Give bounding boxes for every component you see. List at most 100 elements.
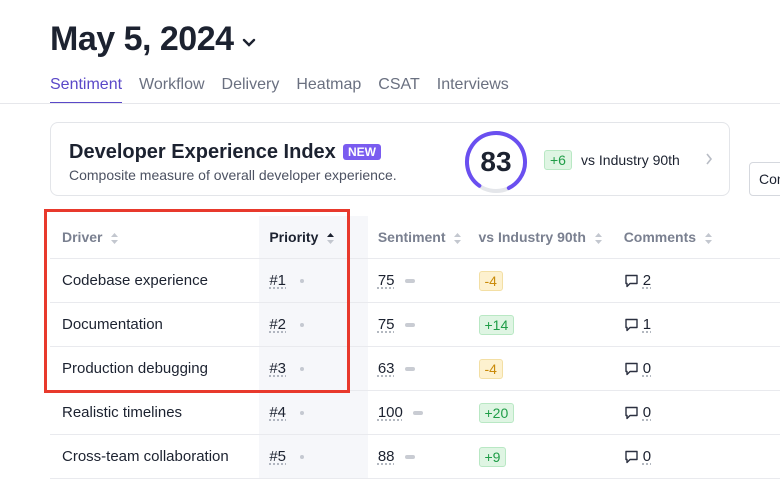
priority-rank: #5 bbox=[269, 448, 287, 465]
comments-cell[interactable]: 2 bbox=[623, 258, 732, 303]
table-row[interactable]: Codebase experience #1 75 -4 2 bbox=[50, 258, 780, 303]
comment-count: 0 bbox=[642, 448, 652, 465]
column-header-priority[interactable]: Priority bbox=[259, 216, 368, 259]
comment-icon bbox=[624, 274, 638, 288]
column-header-vs-industry[interactable]: vs Industry 90th bbox=[478, 216, 624, 259]
priority-dot bbox=[300, 367, 305, 372]
driver-cell: Codebase experience bbox=[50, 258, 260, 303]
tab-bar: Sentiment Workflow Delivery Heatmap CSAT… bbox=[50, 76, 526, 104]
priority-cell: #3 bbox=[259, 346, 368, 391]
priority-dot bbox=[300, 279, 305, 284]
date-selector[interactable]: May 5, 2024 bbox=[50, 20, 256, 59]
priority-cell: #1 bbox=[259, 258, 368, 303]
sentiment-value: 75 bbox=[377, 316, 395, 333]
comment-icon bbox=[624, 450, 638, 464]
vs-industry-badge: +14 bbox=[478, 314, 515, 335]
comment-icon bbox=[624, 362, 638, 376]
comments-cell[interactable]: 1 bbox=[623, 302, 732, 347]
column-label: Driver bbox=[62, 229, 103, 245]
vs-industry-cell: -4 bbox=[478, 346, 624, 391]
table-row[interactable]: Documentation #2 75 +14 1 bbox=[50, 302, 780, 347]
comment-count: 0 bbox=[642, 360, 652, 377]
driver-cell: Realistic timelines bbox=[50, 390, 260, 435]
comments-cell[interactable]: 0 bbox=[623, 390, 732, 435]
card-subtitle: Composite measure of overall developer e… bbox=[69, 167, 397, 183]
sort-icon bbox=[111, 232, 119, 244]
priority-rank: #2 bbox=[269, 316, 287, 333]
sort-icon bbox=[454, 232, 462, 244]
vs-industry-badge: +20 bbox=[478, 402, 515, 423]
priority-rank: #4 bbox=[269, 404, 287, 421]
sentiment-bar bbox=[404, 367, 415, 372]
sentiment-cell: 100 bbox=[367, 390, 479, 435]
column-header-sentiment[interactable]: Sentiment bbox=[367, 216, 479, 259]
sentiment-bar bbox=[404, 323, 415, 328]
tab-heatmap[interactable]: Heatmap bbox=[296, 76, 361, 104]
column-header-blank bbox=[731, 216, 780, 259]
card-title: Developer Experience Index bbox=[69, 141, 336, 163]
driver-cell: Cross-team collaboration bbox=[50, 434, 260, 479]
row-arrow-cell[interactable] bbox=[731, 434, 780, 479]
tab-interviews[interactable]: Interviews bbox=[437, 76, 509, 104]
sentiment-bar bbox=[404, 455, 415, 460]
column-label: Sentiment bbox=[377, 229, 446, 245]
column-header-driver[interactable]: Driver bbox=[50, 216, 260, 259]
tab-delivery[interactable]: Delivery bbox=[222, 76, 280, 104]
column-header-comments[interactable]: Comments bbox=[623, 216, 732, 259]
delta-badge: +6 bbox=[544, 150, 572, 170]
priority-dot bbox=[300, 411, 305, 416]
priority-rank: #1 bbox=[269, 272, 287, 289]
sentiment-cell: 88 bbox=[367, 434, 479, 479]
vs-industry-cell: -4 bbox=[478, 258, 624, 303]
driver-cell: Documentation bbox=[50, 302, 260, 347]
chevron-down-icon bbox=[242, 38, 255, 47]
sentiment-cell: 63 bbox=[367, 346, 479, 391]
column-label: vs Industry 90th bbox=[478, 229, 586, 245]
comments-cell[interactable]: 0 bbox=[623, 434, 732, 479]
driver-cell: Production debugging bbox=[50, 346, 260, 391]
priority-rank: #3 bbox=[269, 360, 287, 377]
row-arrow-cell[interactable] bbox=[731, 258, 780, 303]
sentiment-bar bbox=[412, 411, 423, 416]
chevron-right-icon bbox=[706, 153, 713, 165]
vs-industry-badge: -4 bbox=[478, 270, 503, 291]
row-arrow-cell[interactable] bbox=[731, 346, 780, 391]
tab-sentiment[interactable]: Sentiment bbox=[50, 76, 123, 104]
column-label: Comments bbox=[623, 229, 697, 245]
table-row[interactable]: Realistic timelines #4 100 +20 0 bbox=[50, 390, 780, 435]
comment-icon bbox=[624, 406, 638, 420]
sort-icon bbox=[594, 232, 602, 244]
tab-csat[interactable]: CSAT bbox=[378, 76, 419, 104]
row-arrow-cell[interactable] bbox=[731, 390, 780, 435]
tabs-divider bbox=[0, 103, 780, 104]
sentiment-value: 100 bbox=[377, 404, 403, 421]
row-arrow-cell[interactable] bbox=[731, 302, 780, 347]
sentiment-bar bbox=[404, 279, 415, 284]
comment-count: 2 bbox=[642, 272, 652, 289]
table-row[interactable]: Cross-team collaboration #5 88 +9 0 bbox=[50, 434, 780, 479]
new-badge: NEW bbox=[343, 144, 381, 160]
comment-count: 1 bbox=[642, 316, 652, 333]
sort-ascending-icon bbox=[327, 232, 335, 244]
vs-industry-cell: +14 bbox=[478, 302, 624, 347]
priority-cell: #2 bbox=[259, 302, 368, 347]
dx-index-card[interactable]: Developer Experience Index NEW Composite… bbox=[50, 122, 730, 196]
column-label: Priority bbox=[269, 229, 319, 245]
table-row[interactable]: Production debugging #3 63 -4 0 bbox=[50, 346, 780, 391]
sentiment-cell: 75 bbox=[367, 302, 479, 347]
sort-icon bbox=[704, 232, 712, 244]
sentiment-value: 63 bbox=[377, 360, 395, 377]
vs-industry-cell: +9 bbox=[478, 434, 624, 479]
sentiment-cell: 75 bbox=[367, 258, 479, 303]
vs-industry-badge: +9 bbox=[478, 446, 507, 467]
comments-cell[interactable]: 0 bbox=[623, 346, 732, 391]
priority-dot bbox=[300, 323, 305, 328]
tab-workflow[interactable]: Workflow bbox=[139, 76, 205, 104]
vs-industry-badge: -4 bbox=[478, 358, 503, 379]
priority-cell: #5 bbox=[259, 434, 368, 479]
sentiment-value: 75 bbox=[377, 272, 395, 289]
compare-button[interactable]: Con bbox=[749, 162, 780, 196]
comment-icon bbox=[624, 318, 638, 332]
comment-count: 0 bbox=[642, 404, 652, 421]
table-header-row: Driver Priority Sentiment vs Industry 90… bbox=[50, 216, 780, 259]
